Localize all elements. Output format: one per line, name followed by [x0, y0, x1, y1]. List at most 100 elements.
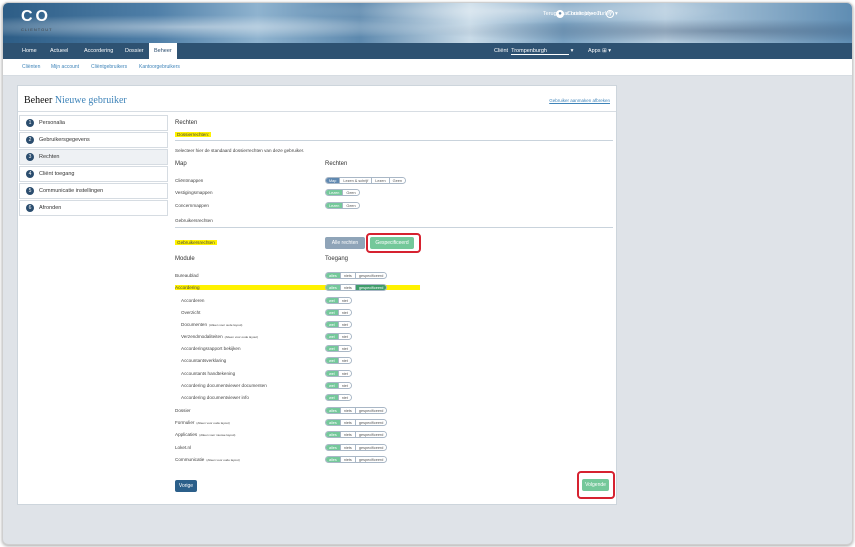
access-toggle[interactable]: wel niet [325, 370, 352, 377]
option-niets[interactable]: niets [340, 432, 356, 437]
option-niet[interactable]: niet [338, 395, 351, 400]
tab-accordering[interactable]: Accordering [79, 43, 118, 59]
option-wel[interactable]: wel [326, 346, 339, 351]
option-niets[interactable]: niets [340, 273, 356, 278]
map-rights-toggle[interactable]: Lezen Geen [325, 202, 360, 209]
option-niet[interactable]: niet [338, 310, 351, 315]
option-gespecificeerd[interactable]: gespecificeerd [355, 273, 387, 278]
option-alles[interactable]: alles [326, 273, 341, 278]
option-geen[interactable]: Geen [343, 203, 359, 208]
option-wel[interactable]: wel [326, 310, 339, 315]
option-geen[interactable]: Geen [389, 178, 405, 183]
subnav-mijn-account[interactable]: Mijn account [51, 64, 79, 70]
user-name: Christopher Turley [567, 11, 612, 17]
access-toggle[interactable]: wel niet [325, 345, 352, 352]
option-lezen[interactable]: Lezen [326, 190, 344, 195]
subnav-kantoorgebruikers[interactable]: Kantoorgebruikers [139, 64, 180, 70]
option-niet[interactable]: niet [338, 371, 351, 376]
access-toggle[interactable]: alles niets gespecificeerd [325, 407, 388, 414]
module-label: Loket.nl [175, 445, 191, 450]
option-wel[interactable]: wel [326, 334, 339, 339]
module-label: Accorderingsrapport bekijken [181, 346, 241, 351]
access-toggle[interactable]: alles niets gespecificeerd [325, 272, 388, 279]
access-toggle[interactable]: wel niet [325, 321, 352, 328]
option-wel[interactable]: wel [326, 358, 339, 363]
subnav-clientgebruikers[interactable]: Cliëntgebruikers [91, 64, 127, 70]
option-wel[interactable]: wel [326, 322, 339, 327]
step-communicatie[interactable]: 5 Communicatie instellingen [19, 183, 168, 199]
option-niet[interactable]: niet [338, 383, 351, 388]
tab-home[interactable]: Home [17, 43, 42, 59]
browser-window: CO CLIENTOUT Terug naar oude lay-out ? ●… [2, 2, 853, 545]
option-lezen-schrijf[interactable]: Lezen & schrijf [340, 178, 373, 183]
option-alles[interactable]: alles [326, 432, 341, 437]
subnav-clienten[interactable]: Cliënten [22, 64, 40, 70]
map-rights-toggle[interactable]: Lezen Geen [325, 189, 360, 196]
map-rights-toggle[interactable]: Map Lezen & schrijf Lezen Geen [325, 177, 406, 184]
access-toggle[interactable]: wel niet [325, 333, 352, 340]
tab-beheer[interactable]: Beheer [149, 43, 177, 59]
section-title: Rechten [175, 120, 198, 126]
option-wel[interactable]: wel [326, 298, 339, 303]
option-gespecificeerd[interactable]: gespecificeerd [355, 420, 387, 425]
access-toggle[interactable]: alles niets gespecificeerd [325, 456, 388, 463]
access-toggle[interactable]: alles niets gespecificeerd [325, 284, 388, 291]
option-gespecificeerd[interactable]: gespecificeerd [355, 432, 387, 437]
option-gespecificeerd[interactable]: gespecificeerd [355, 285, 387, 290]
option-niet[interactable]: niet [338, 346, 351, 351]
tab-dossier[interactable]: Dossier [120, 43, 149, 59]
option-alles[interactable]: alles [326, 408, 341, 413]
option-niet[interactable]: niet [338, 298, 351, 303]
option-alles[interactable]: alles [326, 445, 341, 450]
step-client-toegang[interactable]: 4 Cliënt toegang [19, 166, 168, 182]
module-label: Applicaties (Alleen voor nieuwe layout) [175, 432, 235, 437]
option-gespecificeerd[interactable]: gespecificeerd [355, 445, 387, 450]
option-wel[interactable]: wel [326, 395, 339, 400]
module-label: Accountantsverklaring [181, 358, 226, 363]
cancel-create-link[interactable]: Gebruiker aanmaken afbreken [549, 98, 610, 103]
module-name: Dossier [175, 408, 191, 413]
option-niet[interactable]: niet [338, 358, 351, 363]
access-toggle[interactable]: wel niet [325, 309, 352, 316]
option-alles[interactable]: alles [326, 285, 341, 290]
module-name: Accordering documentviewer info [181, 395, 249, 400]
option-niet[interactable]: niet [338, 322, 351, 327]
option-gespecificeerd[interactable]: gespecificeerd [355, 408, 387, 413]
logo[interactable]: CO CLIENTOUT [21, 9, 53, 33]
module-label: Dossier [175, 408, 191, 413]
option-wel[interactable]: wel [326, 383, 339, 388]
option-wel[interactable]: wel [326, 371, 339, 376]
all-rights-button[interactable]: Alle rechten [325, 237, 365, 249]
apps-menu[interactable]: Apps ⊞ ▾ [588, 48, 611, 54]
step-afronden[interactable]: 6 Afronden [19, 200, 168, 216]
previous-button[interactable]: Vorige [175, 480, 197, 492]
option-alles[interactable]: alles [326, 420, 341, 425]
step-personalia[interactable]: 1 Personalia [19, 115, 168, 131]
option-niets[interactable]: niets [340, 285, 356, 290]
option-alles[interactable]: alles [326, 457, 341, 462]
step-rechten[interactable]: 3 Rechten [19, 149, 168, 165]
access-toggle[interactable]: wel niet [325, 382, 352, 389]
client-selector[interactable]: Cliënt Trompenburgh ▾ [494, 48, 573, 55]
access-toggle[interactable]: wel niet [325, 357, 352, 364]
option-niets[interactable]: niets [340, 445, 356, 450]
option-geen[interactable]: Geen [343, 190, 359, 195]
option-niets[interactable]: niets [340, 420, 356, 425]
option-niet[interactable]: niet [338, 334, 351, 339]
option-gespecificeerd[interactable]: gespecificeerd [355, 457, 387, 462]
option-niets[interactable]: niets [340, 408, 356, 413]
option-lezen[interactable]: Lezen [326, 203, 344, 208]
access-toggle[interactable]: wel niet [325, 394, 352, 401]
option-map[interactable]: Map [326, 178, 341, 183]
access-toggle[interactable]: wel niet [325, 297, 352, 304]
user-menu[interactable]: ● Christopher Turley ▾ [556, 10, 618, 18]
option-lezen[interactable]: Lezen [372, 178, 390, 183]
access-toggle[interactable]: alles niets gespecificeerd [325, 419, 388, 426]
option-niets[interactable]: niets [340, 457, 356, 462]
title-divider [18, 111, 616, 112]
access-toggle[interactable]: alles niets gespecificeerd [325, 431, 388, 438]
tab-actueel[interactable]: Actueel [45, 43, 73, 59]
step-label: Personalia [39, 120, 65, 126]
access-toggle[interactable]: alles niets gespecificeerd [325, 444, 388, 451]
step-gebruikersgegevens[interactable]: 2 Gebruikersgegevens [19, 132, 168, 148]
